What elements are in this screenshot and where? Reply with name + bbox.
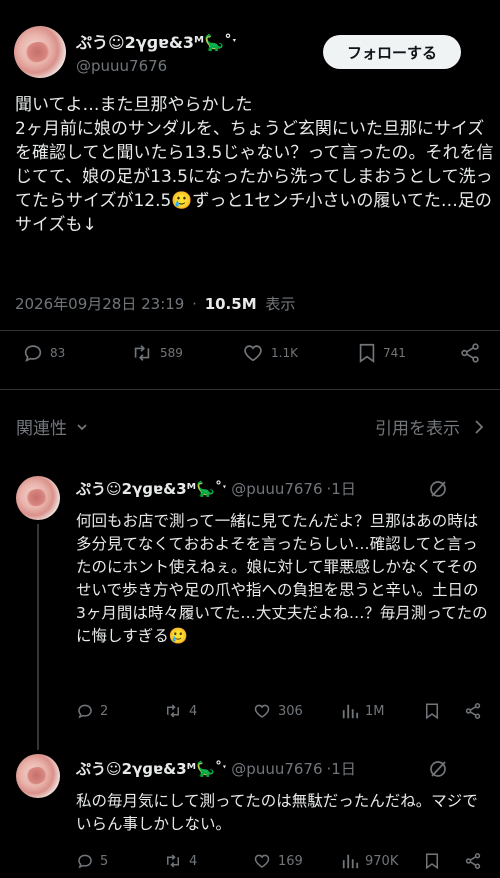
grok-icon — [430, 761, 446, 777]
reply-text: 私の毎月気にして測ってたのは無駄だったんだね。マジでいらん事しかしない。 — [76, 792, 478, 833]
bookmark-button[interactable]: 741 — [357, 342, 406, 364]
tweet-timestamp[interactable]: 2026年09月28日 23:19 — [15, 295, 184, 313]
share-icon — [465, 703, 481, 719]
grok-icon — [430, 481, 446, 497]
retweet-button[interactable]: 4 — [163, 852, 197, 870]
user-handle[interactable]: @puuu7676 — [231, 760, 322, 778]
reply-item[interactable]: ぷう☺2γɡɐ&3ᴹ🦕˚ˑ @puuu7676 ·1日 私の毎月気にして測ってた… — [0, 742, 500, 878]
views-label: 表示 — [265, 295, 296, 313]
speech-bubble-icon — [78, 854, 92, 869]
retweet-button[interactable]: 4 — [163, 702, 197, 720]
share-icon — [465, 853, 481, 869]
bookmark-icon — [426, 853, 438, 870]
reply-actions: 5 4 169 970K — [0, 852, 500, 878]
reply-time[interactable]: ·1日 — [327, 478, 356, 499]
retweet-button[interactable]: 589 — [130, 342, 183, 364]
reply-actions: 2 4 306 1M — [0, 702, 500, 732]
heart-icon — [254, 704, 270, 718]
sort-dropdown[interactable]: 関連性 — [16, 414, 89, 439]
avatar[interactable] — [16, 754, 60, 798]
reply-item[interactable]: ぷう☺2γɡɐ&3ᴹ🦕˚ˑ @puuu7676 ·1日 何回もお店で測って一緒に… — [0, 462, 500, 750]
share-button[interactable] — [458, 342, 482, 364]
bar-chart-icon — [342, 704, 359, 719]
tweet-text: 聞いてよ…また旦那やらかした 2ヶ月前に娘のサンダルを、ちょうど玄関にいた旦那に… — [15, 95, 494, 235]
grok-button[interactable] — [428, 759, 448, 783]
user-handle[interactable]: @puuu7676 — [76, 57, 167, 75]
display-name[interactable]: ぷう☺2γɡɐ&3ᴹ🦕˚ˑ — [76, 478, 227, 499]
like-count: 306 — [278, 703, 303, 719]
display-name[interactable]: ぷう☺2γɡɐ&3ᴹ🦕˚ˑ — [76, 29, 237, 53]
main-tweet: ぷう☺2γɡɐ&3ᴹ🦕˚ˑ @puuu7676 フォローする 聞いてよ…また旦那… — [0, 0, 500, 390]
retweet-arrows-icon — [167, 854, 179, 868]
grok-button[interactable] — [428, 479, 448, 503]
view-quotes-link[interactable]: 引用を表示 — [375, 414, 484, 439]
bookmark-count: 741 — [383, 346, 406, 360]
bookmark-icon — [426, 703, 438, 720]
like-button[interactable]: 1.1K — [241, 342, 298, 364]
share-button[interactable] — [463, 702, 483, 720]
retweet-count: 4 — [189, 703, 198, 719]
reply-count: 2 — [100, 703, 109, 719]
like-count: 1.1K — [271, 346, 298, 360]
display-name[interactable]: ぷう☺2γɡɐ&3ᴹ🦕˚ˑ — [76, 758, 227, 779]
reply-button[interactable]: 83 — [22, 342, 65, 364]
avatar[interactable] — [16, 476, 60, 520]
reply-button[interactable]: 5 — [76, 852, 108, 870]
retweet-arrows-icon — [134, 345, 150, 361]
reply-time[interactable]: ·1日 — [327, 758, 356, 779]
avatar[interactable] — [14, 26, 66, 78]
speech-bubble-icon — [78, 704, 92, 719]
divider — [0, 330, 500, 331]
speech-bubble-icon — [24, 345, 42, 362]
retweet-count: 589 — [160, 346, 183, 360]
like-button[interactable]: 169 — [252, 852, 303, 870]
sort-label: 関連性 — [16, 419, 67, 439]
retweet-count: 4 — [189, 853, 198, 869]
chevron-right-icon — [475, 419, 484, 434]
reply-text: 何回もお店で測って一緒に見てたんだよ？旦那はあの時は多分見てなくておおよそを言っ… — [76, 512, 488, 645]
divider — [0, 389, 500, 390]
view-count: 1M — [365, 703, 385, 719]
bookmark-button[interactable] — [424, 702, 440, 720]
bar-chart-icon — [342, 854, 359, 869]
reply-header: ぷう☺2γɡɐ&3ᴹ🦕˚ˑ @puuu7676 ·1日 — [76, 478, 356, 499]
heart-icon — [254, 854, 270, 868]
reply-button[interactable]: 2 — [76, 702, 108, 720]
reply-header: ぷう☺2γɡɐ&3ᴹ🦕˚ˑ @puuu7676 ·1日 — [76, 758, 356, 779]
replies-header: 関連性 引用を表示 — [0, 408, 500, 442]
tweet-meta: 2026年09月28日 23:19 · 10.5M 表示 — [15, 293, 295, 314]
meta-dot: · — [192, 295, 197, 313]
view-count: 970K — [365, 853, 399, 869]
share-icon — [461, 343, 479, 363]
views-button[interactable]: 1M — [341, 702, 385, 720]
chevron-down-icon — [77, 423, 87, 430]
share-button[interactable] — [463, 852, 483, 870]
tweet-actions: 83 589 1.1K 741 — [0, 340, 500, 370]
heart-icon — [244, 345, 262, 362]
retweet-arrows-icon — [167, 704, 179, 718]
bookmark-icon — [359, 343, 375, 363]
follow-button[interactable]: フォローする — [323, 35, 461, 69]
bookmark-button[interactable] — [424, 852, 440, 870]
reply-count: 5 — [100, 853, 109, 869]
views-button[interactable]: 970K — [341, 852, 398, 870]
view-count: 10.5M — [204, 295, 257, 313]
reply-count: 83 — [50, 346, 66, 360]
user-handle[interactable]: @puuu7676 — [231, 480, 322, 498]
like-count: 169 — [278, 853, 303, 869]
like-button[interactable]: 306 — [252, 702, 303, 720]
view-quotes-label: 引用を表示 — [375, 419, 460, 439]
